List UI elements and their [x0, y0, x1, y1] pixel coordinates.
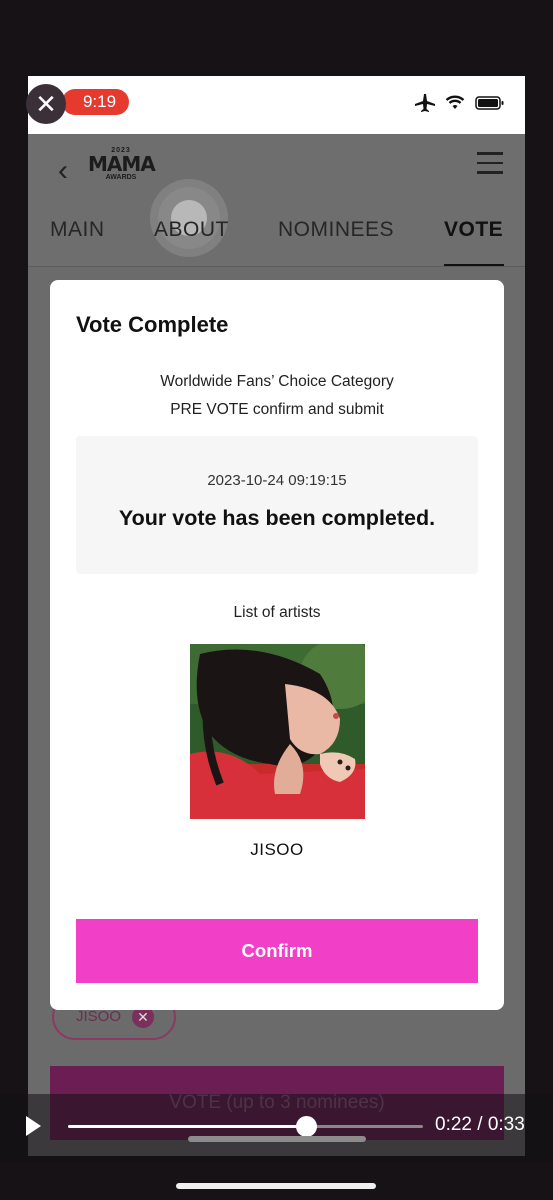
completion-message: Your vote has been completed.	[118, 506, 436, 530]
mama-logo[interactable]: 2023 MAMA AWARDS	[88, 147, 156, 181]
wifi-icon	[445, 95, 465, 109]
tab-about[interactable]: ABOUT	[154, 218, 229, 242]
site-header: ‹ 2023 MAMA AWARDS	[28, 134, 525, 266]
current-time: 0:22	[435, 1114, 472, 1135]
tab-nominees[interactable]: NOMINEES	[278, 218, 394, 242]
video-time: 0:22 / 0:33	[435, 1114, 525, 1135]
video-controls: 0:22 / 0:33	[0, 1094, 553, 1162]
battery-icon	[475, 96, 504, 110]
vote-complete-dialog: Vote Complete Worldwide Fans’ Choice Cat…	[50, 280, 504, 1010]
recording-time-pill: 9:19	[62, 89, 129, 115]
chip-label: JISOO	[76, 1008, 122, 1025]
screen-recording-frame: 9:19 ‹ 2023 MAMA AWARDS MAIN ABOUT NOMIN…	[0, 0, 553, 1200]
vote-stage: PRE VOTE confirm and submit	[170, 401, 384, 418]
dialog-title: Vote Complete	[76, 312, 229, 337]
result-box: 2023-10-24 09:19:15 Your vote has been c…	[76, 436, 478, 574]
artist-photo	[190, 644, 365, 819]
tab-vote[interactable]: VOTE	[444, 218, 503, 242]
airplane-icon	[415, 94, 435, 112]
artists-list-label: List of artists	[233, 604, 321, 621]
status-icons	[415, 94, 505, 112]
tab-main[interactable]: MAIN	[50, 218, 105, 242]
menu-icon[interactable]	[477, 152, 503, 181]
duration: 0:33	[487, 1114, 525, 1135]
scrubber-handle[interactable]	[295, 1116, 317, 1137]
back-icon[interactable]: ‹	[58, 154, 68, 188]
close-icon[interactable]: ✕	[26, 84, 66, 124]
artist-name: JISOO	[250, 840, 304, 859]
dialog-subtitle: Worldwide Fans’ Choice Category PRE VOTE…	[50, 368, 504, 424]
status-bar: 9:19	[28, 76, 525, 134]
home-indicator	[176, 1183, 376, 1189]
phone-screen: 9:19 ‹ 2023 MAMA AWARDS MAIN ABOUT NOMIN…	[28, 76, 525, 1156]
category-name: Worldwide Fans’ Choice Category	[160, 373, 394, 390]
play-icon[interactable]	[26, 1116, 41, 1136]
app-home-indicator	[188, 1136, 366, 1142]
vote-timestamp: 2023-10-24 09:19:15	[207, 472, 347, 489]
confirm-button[interactable]: Confirm	[76, 919, 478, 983]
scrubber-progress	[68, 1125, 306, 1128]
logo-name: MAMA	[88, 152, 156, 176]
video-scrubber[interactable]	[68, 1116, 423, 1137]
header-divider	[28, 266, 525, 267]
